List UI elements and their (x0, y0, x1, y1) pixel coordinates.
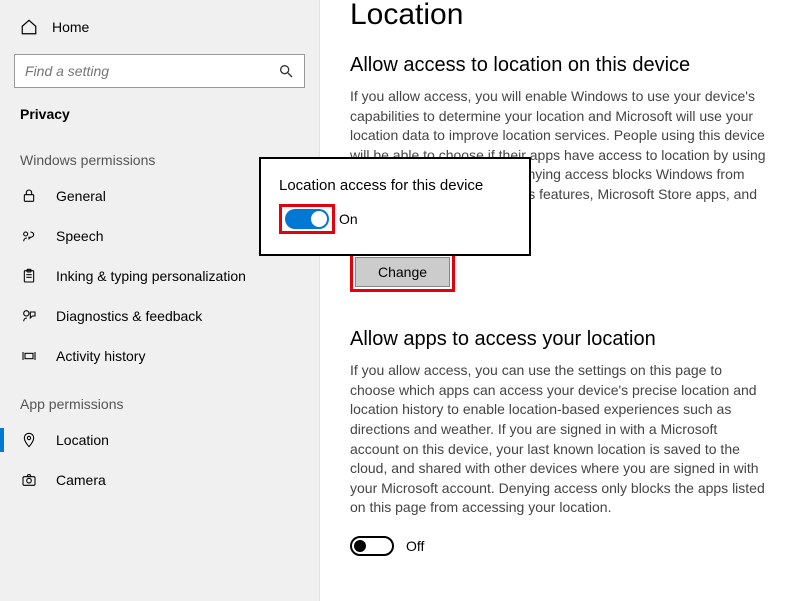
sidebar-item-label: General (56, 188, 106, 204)
timeline-icon (20, 348, 38, 364)
section2-body: If you allow access, you can use the set… (350, 361, 770, 518)
sidebar-item-label: Inking & typing personalization (56, 268, 246, 284)
home-link[interactable]: Home (0, 10, 319, 44)
popup-title: Location access for this device (279, 177, 511, 194)
highlight-change: Change (350, 252, 455, 292)
toggle-on-label: On (339, 211, 358, 227)
camera-icon (20, 472, 38, 488)
group-app-permissions: App permissions (0, 376, 319, 420)
search-icon (278, 63, 294, 79)
sidebar-item-diagnostics[interactable]: Diagnostics & feedback (0, 296, 319, 336)
page-title: Location (350, 0, 778, 32)
sidebar-item-label: Location (56, 432, 109, 448)
home-label: Home (52, 19, 89, 35)
toggle-off-label: Off (406, 538, 424, 554)
sidebar-item-label: Speech (56, 228, 103, 244)
clipboard-icon (20, 268, 38, 284)
sidebar-item-label: Diagnostics & feedback (56, 308, 202, 324)
highlight-toggle (279, 204, 335, 234)
section1-title: Allow access to location on this device (350, 54, 778, 77)
feedback-icon (20, 308, 38, 324)
sidebar: Home Privacy Windows permissions General… (0, 0, 320, 601)
change-button[interactable]: Change (355, 257, 450, 287)
content-area: Location Allow access to location on thi… (320, 0, 798, 601)
search-input[interactable] (25, 63, 278, 79)
category-label: Privacy (0, 94, 319, 132)
sidebar-item-camera[interactable]: Camera (0, 460, 319, 500)
sidebar-item-label: Activity history (56, 348, 145, 364)
home-icon (20, 18, 38, 36)
lock-icon (20, 188, 38, 204)
device-location-toggle[interactable] (285, 209, 329, 229)
speech-icon (20, 228, 38, 244)
location-access-popup: Location access for this device On (259, 157, 531, 256)
location-icon (20, 432, 38, 448)
sidebar-item-inking[interactable]: Inking & typing personalization (0, 256, 319, 296)
search-box[interactable] (14, 54, 305, 88)
sidebar-item-activity[interactable]: Activity history (0, 336, 319, 376)
sidebar-item-location[interactable]: Location (0, 420, 319, 460)
apps-location-toggle[interactable] (350, 536, 394, 556)
section2-title: Allow apps to access your location (350, 328, 778, 351)
sidebar-item-label: Camera (56, 472, 106, 488)
